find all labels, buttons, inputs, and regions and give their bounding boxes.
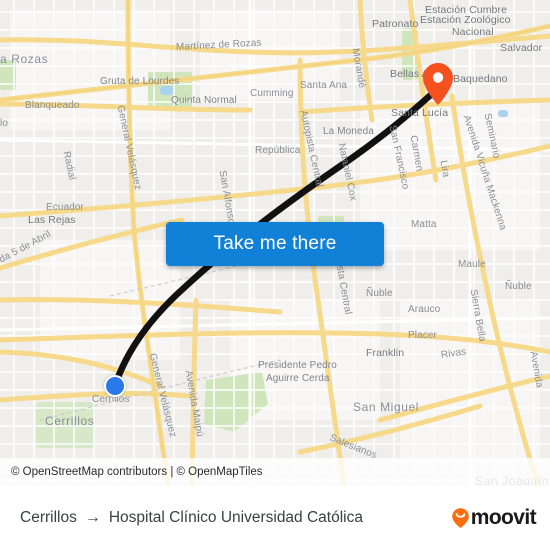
moovit-route-map-screenshot: Patronato Estación Cumbre Estación Zoológi… <box>0 0 550 550</box>
moovit-logo[interactable]: moovit <box>451 506 537 530</box>
moovit-wordmark: moovit <box>470 506 537 529</box>
arrow-right-icon: → <box>84 509 101 526</box>
map-attribution-bar: © OpenStreetMap contributors | © OpenMap… <box>0 458 550 486</box>
footer-bar: Cerrillos → Hospital Clínico Universidad… <box>0 486 550 550</box>
moovit-pin-smile-icon <box>451 507 470 529</box>
route-destination-label: Hospital Clínico Universidad Católica <box>108 509 363 526</box>
route-summary: Cerrillos → Hospital Clínico Universidad… <box>20 509 363 527</box>
origin-marker-icon[interactable] <box>104 375 126 397</box>
map-canvas[interactable]: Patronato Estación Cumbre Estación Zoológi… <box>0 0 550 486</box>
route-origin-label: Cerrillos <box>20 509 77 526</box>
take-me-there-button[interactable]: Take me there <box>166 222 384 266</box>
attribution-text[interactable]: © OpenStreetMap contributors | © OpenMap… <box>0 466 263 478</box>
